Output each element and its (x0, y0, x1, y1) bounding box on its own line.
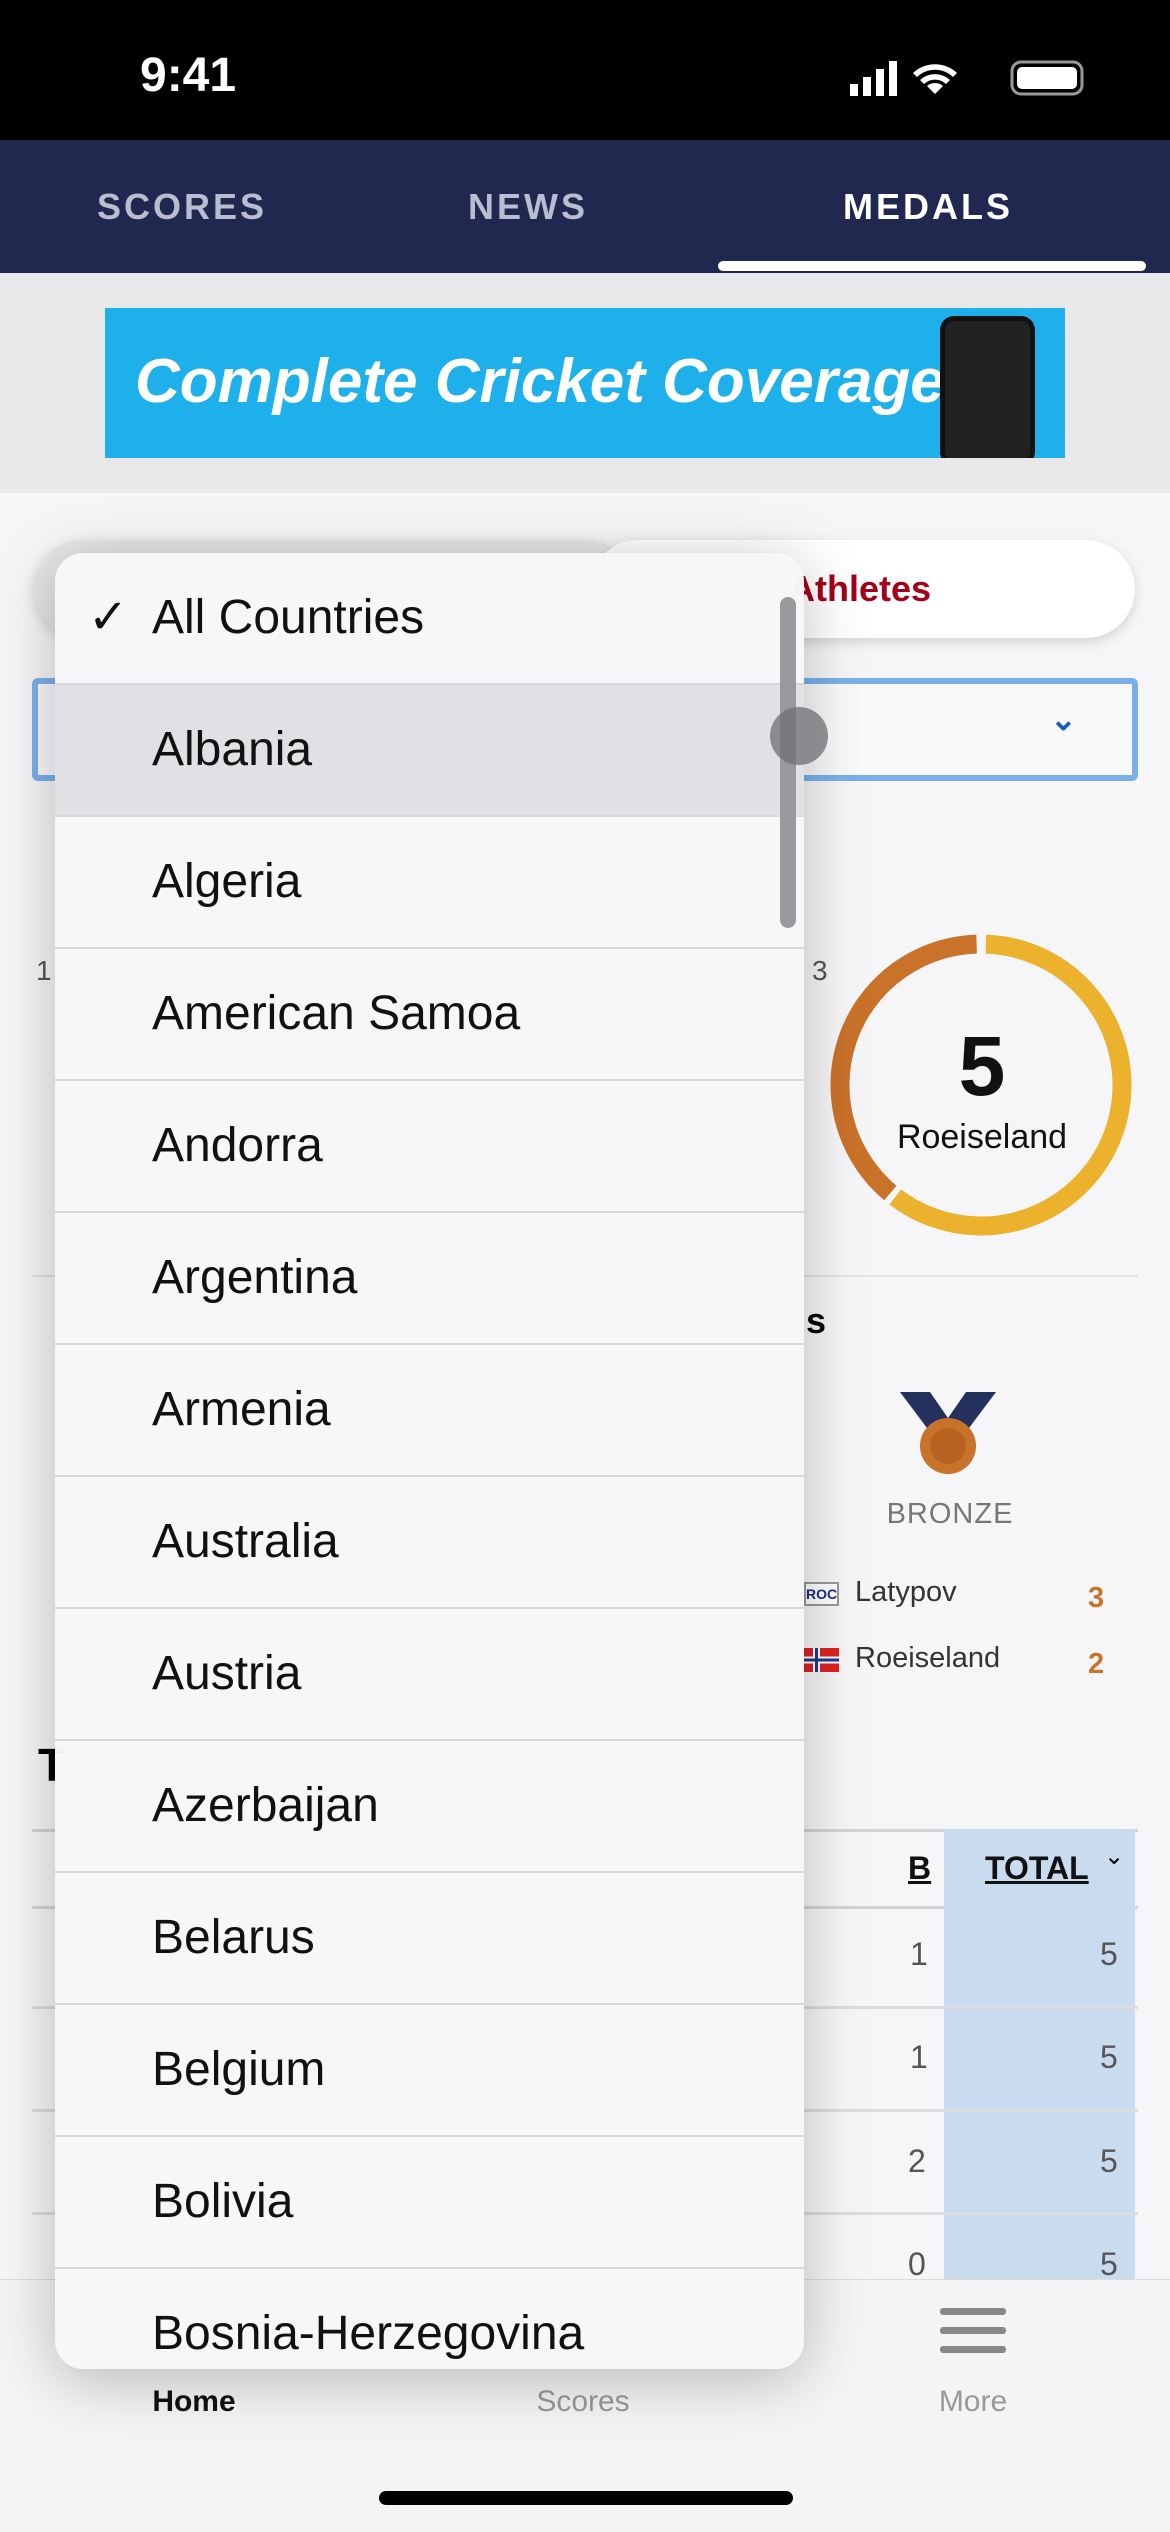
option-country[interactable]: Armenia (55, 1345, 804, 1477)
section-title-partial: s (806, 1300, 827, 1341)
bottom-tab-scores[interactable]: Scores (536, 2385, 629, 2419)
donut-name: Roeiseland (896, 1118, 1068, 1156)
phone-image (940, 316, 1035, 458)
option-country[interactable]: Andorra (55, 1081, 804, 1213)
donut-total: 5 (958, 1019, 1006, 1113)
cell-total: 5 (1100, 2246, 1118, 2282)
bronze-medal-icon (900, 1392, 996, 1474)
header-bronze[interactable]: B (908, 1850, 931, 1887)
active-tab-indicator (718, 261, 1146, 271)
option-country[interactable]: Austria (55, 1609, 804, 1741)
option-country[interactable]: Belarus (55, 1873, 804, 2005)
cell-total: 5 (1100, 1936, 1118, 1972)
athlete-name[interactable]: Roeiseland (855, 1642, 1000, 1675)
country-dropdown: ✓ All Countries Albania Algeria American … (55, 553, 804, 2369)
home-indicator (379, 2491, 793, 2505)
option-country[interactable]: Bolivia (55, 2137, 804, 2269)
ad-text: Complete Cricket Coverage (135, 347, 945, 416)
checkmark-icon: ✓ (88, 591, 129, 644)
cell-b: 2 (908, 2143, 926, 2179)
option-label: All Countries (152, 591, 425, 644)
cell-b: 1 (910, 1936, 928, 1972)
tab-news[interactable]: NEWS (468, 140, 588, 273)
bottom-tab-home[interactable]: Home (152, 2385, 235, 2419)
cell-total: 5 (1100, 2143, 1118, 2179)
tab-scores[interactable]: SCORES (97, 140, 267, 273)
menu-icon (940, 2308, 1006, 2353)
option-country[interactable]: Albania (55, 685, 804, 817)
header-total[interactable]: TOTAL (985, 1850, 1089, 1887)
status-bar: 9:41 (0, 0, 1170, 140)
tab-medals[interactable]: MEDALS (843, 140, 1013, 273)
option-country[interactable]: Algeria (55, 817, 804, 949)
option-country[interactable]: American Samoa (55, 949, 804, 1081)
option-country[interactable]: Azerbaijan (55, 1741, 804, 1873)
norway-flag-icon (804, 1648, 839, 1672)
option-country[interactable]: Australia (55, 1477, 804, 1609)
option-country[interactable]: Bosnia-Herzegovina (55, 2269, 804, 2369)
status-icons (850, 60, 1084, 96)
cell-b: 0 (908, 2246, 926, 2282)
top-nav: SCORES NEWS MEDALS (0, 140, 1170, 273)
option-country[interactable]: Belgium (55, 2005, 804, 2137)
bronze-label: BRONZE (886, 1498, 1014, 1530)
athlete-count: 2 (1088, 1648, 1105, 1680)
chevron-down-icon: ⌄ (1050, 701, 1077, 737)
cell-b: 1 (910, 2039, 928, 2075)
partial-number: 1 (36, 955, 52, 986)
ad-banner[interactable]: Complete Cricket Coverage (105, 308, 1065, 458)
option-all-countries[interactable]: ✓ All Countries (55, 553, 804, 685)
bottom-tab-more[interactable]: More (939, 2385, 1007, 2419)
roc-flag-icon: ROC (804, 1582, 839, 1606)
partial-number: 3 (812, 955, 828, 986)
cell-total: 5 (1100, 2039, 1118, 2075)
athlete-count: 3 (1088, 1582, 1105, 1614)
option-country[interactable]: Argentina (55, 1213, 804, 1345)
athlete-name[interactable]: Latypov (855, 1576, 957, 1609)
touch-indicator (770, 707, 828, 765)
sort-chevron-icon: ⌄ (1104, 1843, 1125, 1870)
status-time: 9:41 (140, 49, 237, 102)
